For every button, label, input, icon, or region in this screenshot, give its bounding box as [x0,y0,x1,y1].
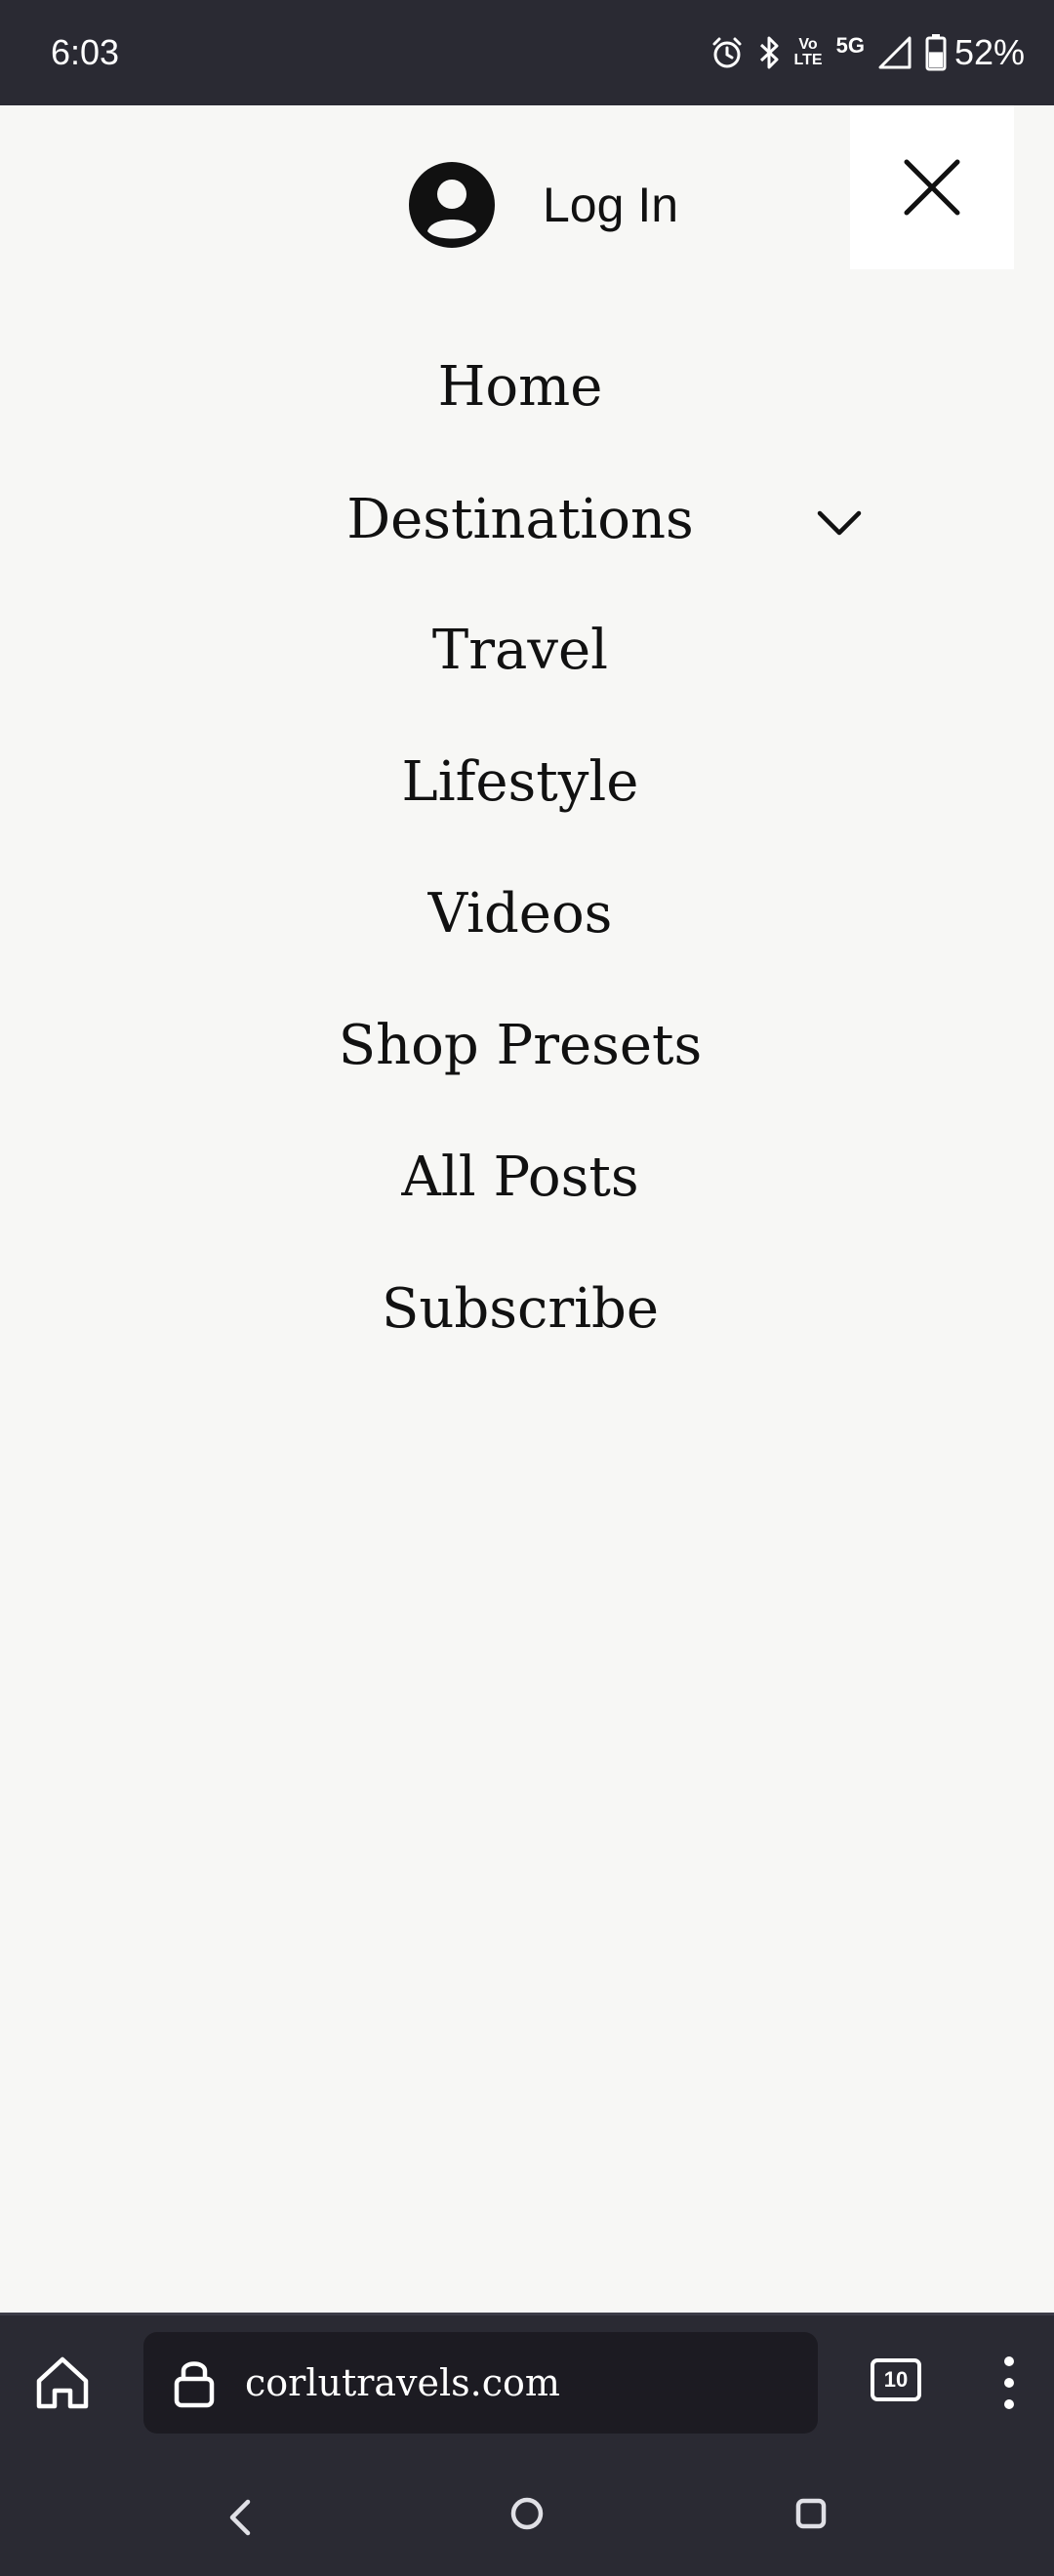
status-time: 6:03 [51,32,120,72]
more-options-icon[interactable] [986,2352,1033,2414]
close-icon [904,159,960,216]
home-circle-icon[interactable] [509,2496,545,2531]
battery-icon [925,34,947,71]
chevron-down-icon[interactable] [816,505,863,541]
battery-fill [928,52,943,67]
nav-item-lifestyle[interactable]: Lifestyle [0,739,1040,826]
home-icon[interactable] [29,2350,96,2416]
network-type: 5G [835,33,865,58]
system-navigation-bar [0,2459,1054,2576]
status-bar: 6:03 Vo LTE 5G 52% [0,0,1054,105]
nav-item-all-posts[interactable]: All Posts [0,1134,1040,1222]
nav-item-home[interactable]: Home [0,343,1040,431]
battery-percent: 52% [953,32,1025,72]
nav-item-videos[interactable]: Videos [0,870,1040,958]
browser-toolbar: corlutravels.com 10 [0,2313,1054,2459]
lock-icon [174,2361,215,2408]
volte-top-text: Vo [798,36,818,53]
login-link[interactable]: Log In [408,161,678,249]
back-icon[interactable] [223,2496,258,2539]
recents-icon[interactable] [795,2498,827,2529]
nav-item-subscribe[interactable]: Subscribe [0,1266,1040,1353]
nav-item-shop-presets[interactable]: Shop Presets [0,1002,1040,1090]
nav-item-destinations[interactable]: Destinations [0,476,1040,564]
nav-item-travel[interactable]: Travel [0,607,1040,695]
toolbar-divider [0,2313,1054,2315]
account-icon [409,162,495,248]
status-icons: Vo LTE 5G 52% [710,31,1025,74]
login-label: Log In [543,178,679,232]
tab-counter-button[interactable]: 10 [871,2358,921,2401]
bluetooth-icon [757,35,781,70]
signal-icon [878,36,912,69]
alarm-icon [710,36,744,69]
close-menu-button[interactable] [850,105,1014,269]
url-field[interactable]: corlutravels.com [143,2332,818,2434]
url-text: corlutravels.com [245,2361,560,2404]
volte-bottom-text: LTE [793,52,823,68]
volte-icon: Vo LTE [794,37,823,68]
